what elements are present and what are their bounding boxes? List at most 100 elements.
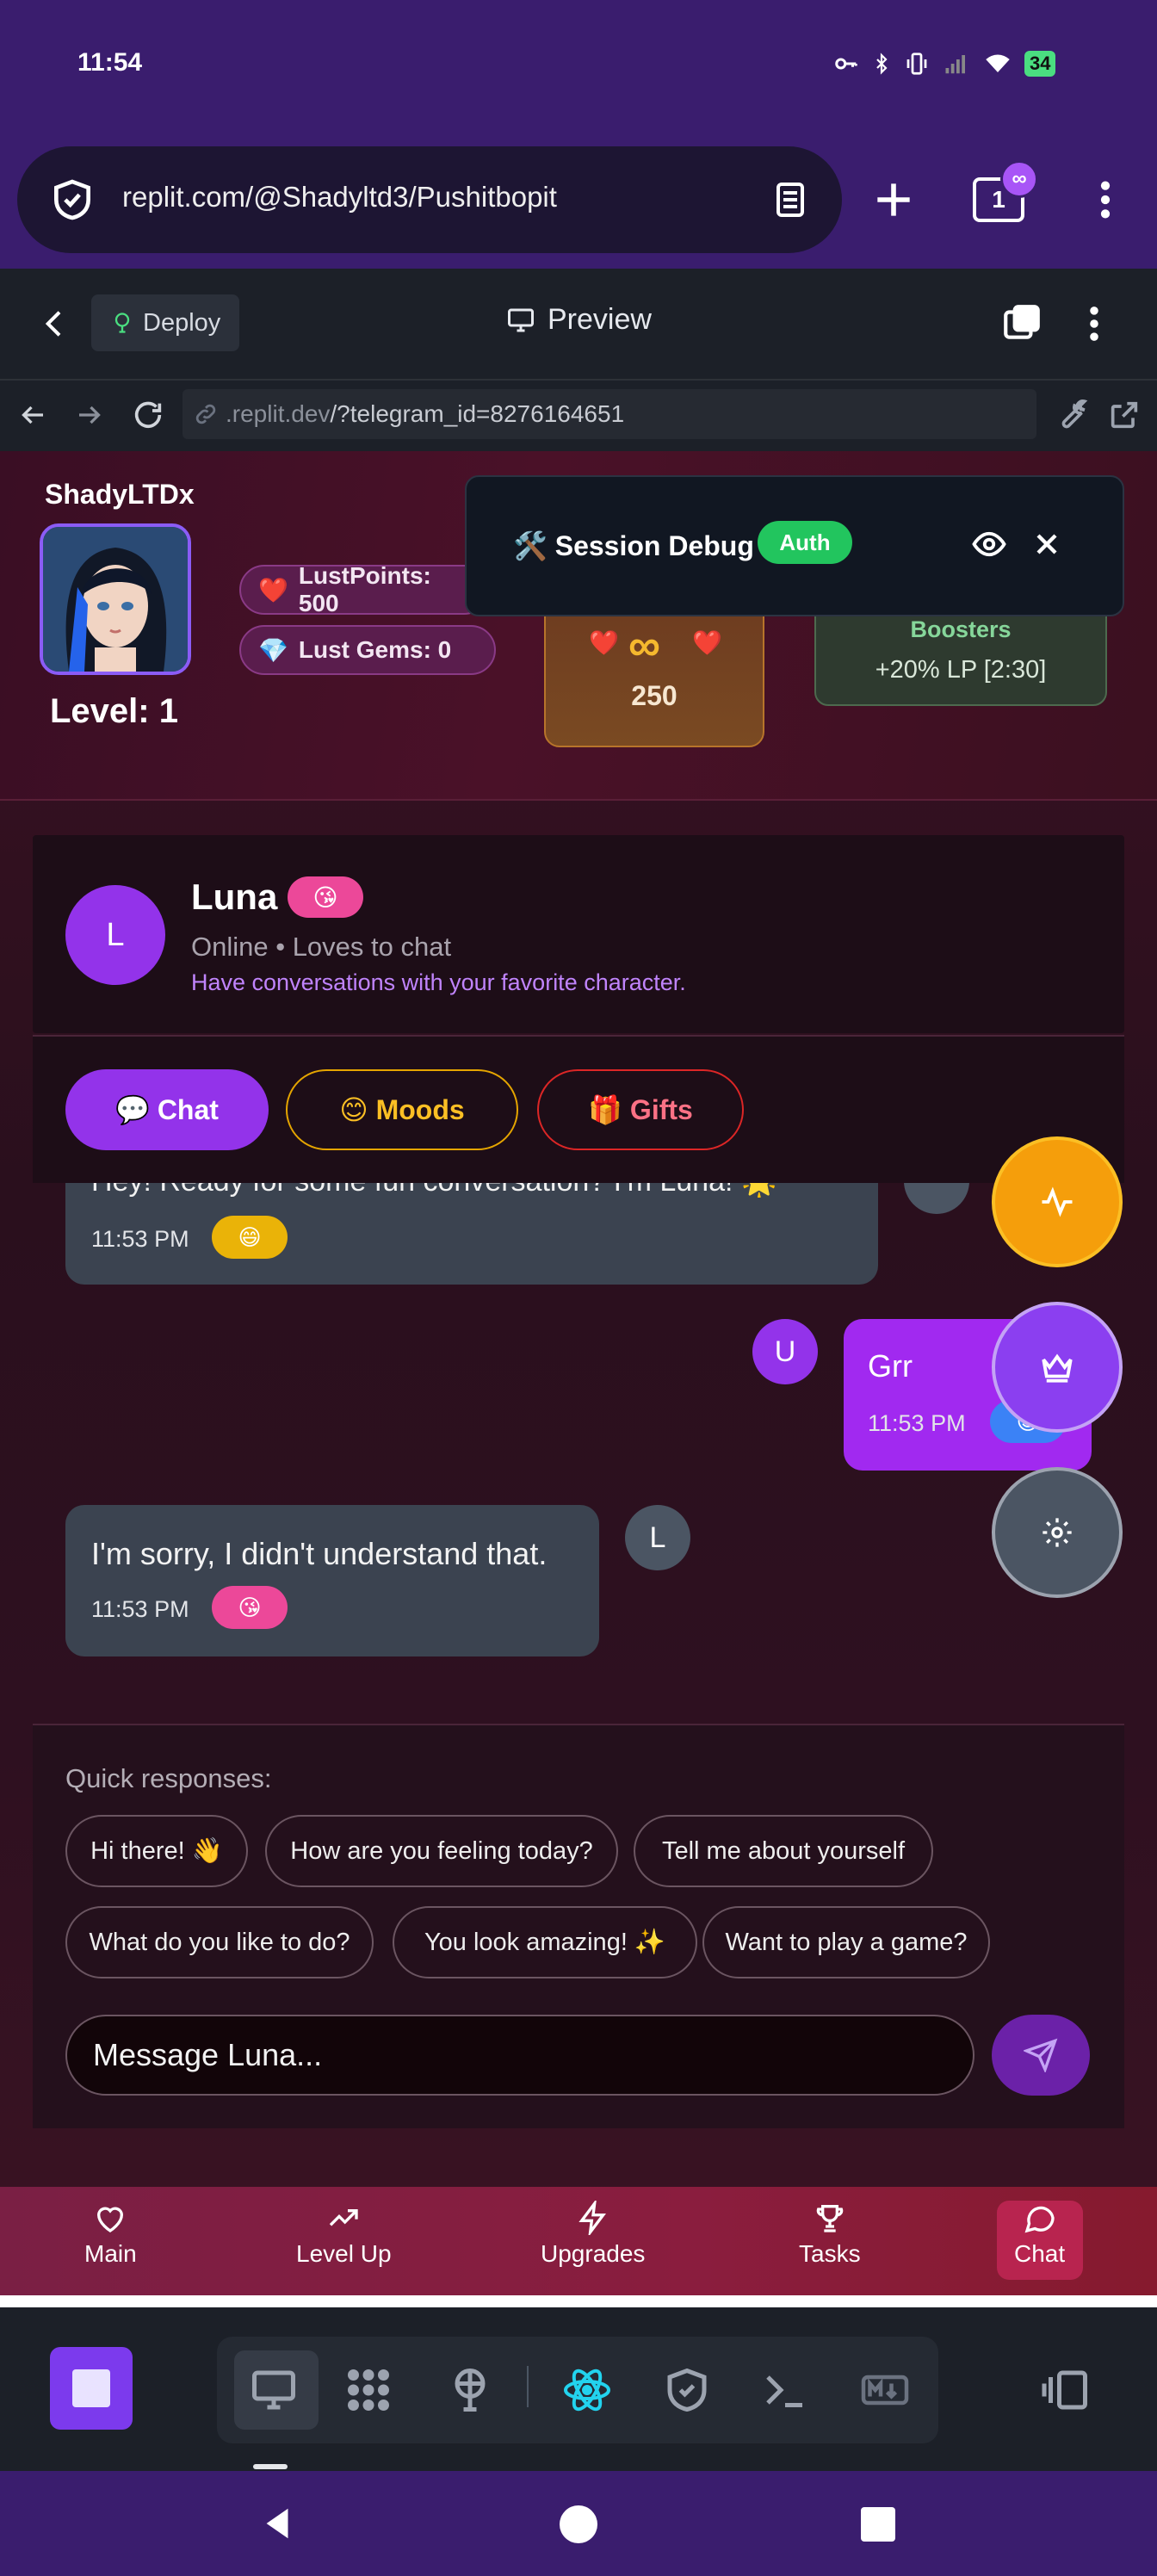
shell-tool-icon[interactable] [759,2364,811,2416]
activity-icon [1039,1184,1075,1220]
eye-icon[interactable] [971,526,1007,562]
message-bubble-luna [65,1505,599,1656]
tool-divider [527,2366,529,2407]
activity-fab[interactable] [992,1136,1123,1267]
close-icon[interactable] [1030,527,1064,561]
tab-moods[interactable]: 😊 Moods [286,1069,518,1150]
reload-icon[interactable] [131,398,165,432]
address-domain: .replit.dev [226,400,331,427]
clock: 11:54 [77,48,143,77]
boosters-value: +20% LP [2:30] [875,656,1047,684]
user-avatar: U [752,1319,818,1384]
panel-toggle-icon[interactable] [1040,2364,1092,2416]
energy-value: 250 [631,680,677,711]
preview-label: Preview [548,303,652,336]
back-chevron-icon[interactable] [38,305,72,343]
auth-badge: Auth [758,521,852,564]
status-icons: 34 [833,46,1056,81]
deploy-tool-icon[interactable] [444,2364,496,2416]
preview-address-input[interactable]: .replit.dev/?telegram_id=8276164651 [183,389,1036,439]
tab-gifts[interactable]: 🎁 Gifts [537,1069,744,1150]
markdown-tool-icon[interactable] [859,2364,911,2416]
wifi-icon [983,51,1012,77]
message-emoji-badge: 😘 [212,1586,288,1629]
apps-tool-icon[interactable] [343,2364,394,2416]
send-button[interactable] [992,2015,1090,2096]
lust-points-badge: ❤️ LustPoints: 500 [239,562,489,616]
divider [0,2295,1157,2307]
character-status: Online • Loves to chat [191,932,452,962]
nav-forward-icon[interactable] [74,399,105,430]
heart-icon [93,2201,127,2235]
preview-tool-icon[interactable] [248,2364,300,2416]
android-home-icon[interactable] [560,2505,597,2543]
character-description: Have conversations with your favorite ch… [191,969,686,995]
avatar[interactable] [40,523,191,675]
quick-response-chip[interactable]: What do you like to do? [65,1906,374,1978]
nav-tasks[interactable]: Tasks [799,2201,861,2268]
heart-icon: ❤️ [258,576,288,604]
nav-main[interactable]: Main [84,2201,137,2268]
message-text: Grr [868,1348,913,1384]
crown-icon [1039,1349,1075,1385]
deploy-button[interactable]: Deploy [91,294,240,351]
message-emoji-badge: 😄 [212,1216,288,1259]
new-tab-icon[interactable] [869,176,918,224]
quick-response-chip[interactable]: How are you feeling today? [265,1815,618,1887]
tab-chat[interactable]: 💬 Chat [65,1069,269,1150]
reader-mode-icon[interactable] [770,177,811,222]
premium-fab[interactable] [992,1302,1123,1433]
open-external-icon[interactable] [1107,398,1142,432]
trophy-icon [813,2201,847,2235]
chat-icon [1023,2201,1057,2235]
android-back-icon[interactable] [258,2504,298,2543]
lust-gems-badge: 💎 Lust Gems: 0 [239,625,496,675]
lust-points-value: LustPoints: 500 [298,562,431,616]
message-input[interactable]: Message Luna... [65,2015,974,2096]
nav-chat[interactable]: Chat [1014,2201,1065,2268]
boosters-title: Boosters [910,616,1012,642]
quick-response-chip[interactable]: You look amazing! ✨ [393,1906,697,1978]
incognito-badge-icon: ∞ [1000,160,1038,198]
level-label: Level: 1 [50,692,178,730]
monitor-icon [504,305,537,336]
nav-chat-label: Chat [1014,2240,1066,2267]
signal-icon [942,51,971,77]
react-tool-icon[interactable] [561,2364,613,2416]
character-mood-badge: 😘 [288,876,363,918]
address-path: /?telegram_id=8276164651 [330,400,625,427]
quick-response-chip[interactable]: Hi there! 👋 [65,1815,248,1887]
shield-icon[interactable] [48,176,96,224]
nav-main-label: Main [84,2240,137,2267]
replit-more-icon[interactable] [1080,301,1109,346]
more-vert-icon[interactable] [1090,176,1121,224]
quick-response-chip[interactable]: Tell me about yourself [634,1815,933,1887]
wrench-icon[interactable] [1054,398,1088,432]
username: ShadyLTDx [45,479,195,510]
android-recents-icon[interactable] [861,2507,895,2542]
deploy-label: Deploy [143,308,221,337]
heart-right-icon: ❤️ [692,629,722,656]
key-icon [833,51,859,77]
bluetooth-icon [871,51,892,77]
character-name: Luna [191,876,278,917]
message-time: 11:53 PM [91,1226,189,1252]
heart-left-icon: ❤️ [589,629,619,656]
nav-back-icon[interactable] [17,399,48,430]
message-time: 11:53 PM [91,1596,189,1622]
quick-response-chip[interactable]: Want to play a game? [702,1906,990,1978]
trending-up-icon [326,2201,361,2235]
gear-icon [1040,1515,1074,1550]
settings-fab[interactable] [992,1467,1123,1598]
new-window-icon[interactable] [1000,301,1043,344]
send-icon [1024,2038,1058,2072]
browser-url[interactable]: replit.com/@Shadyltd3/Pushitbopit [122,181,557,214]
gem-icon: 💎 [258,636,288,664]
nav-tasks-label: Tasks [799,2240,861,2267]
nav-level-up[interactable]: Level Up [296,2201,392,2268]
bolt-icon [576,2201,610,2235]
lust-gems-value: Lust Gems: 0 [298,636,452,663]
nav-upgrades[interactable]: Upgrades [541,2201,645,2268]
security-tool-icon[interactable] [661,2364,713,2416]
stop-icon [72,2369,110,2407]
